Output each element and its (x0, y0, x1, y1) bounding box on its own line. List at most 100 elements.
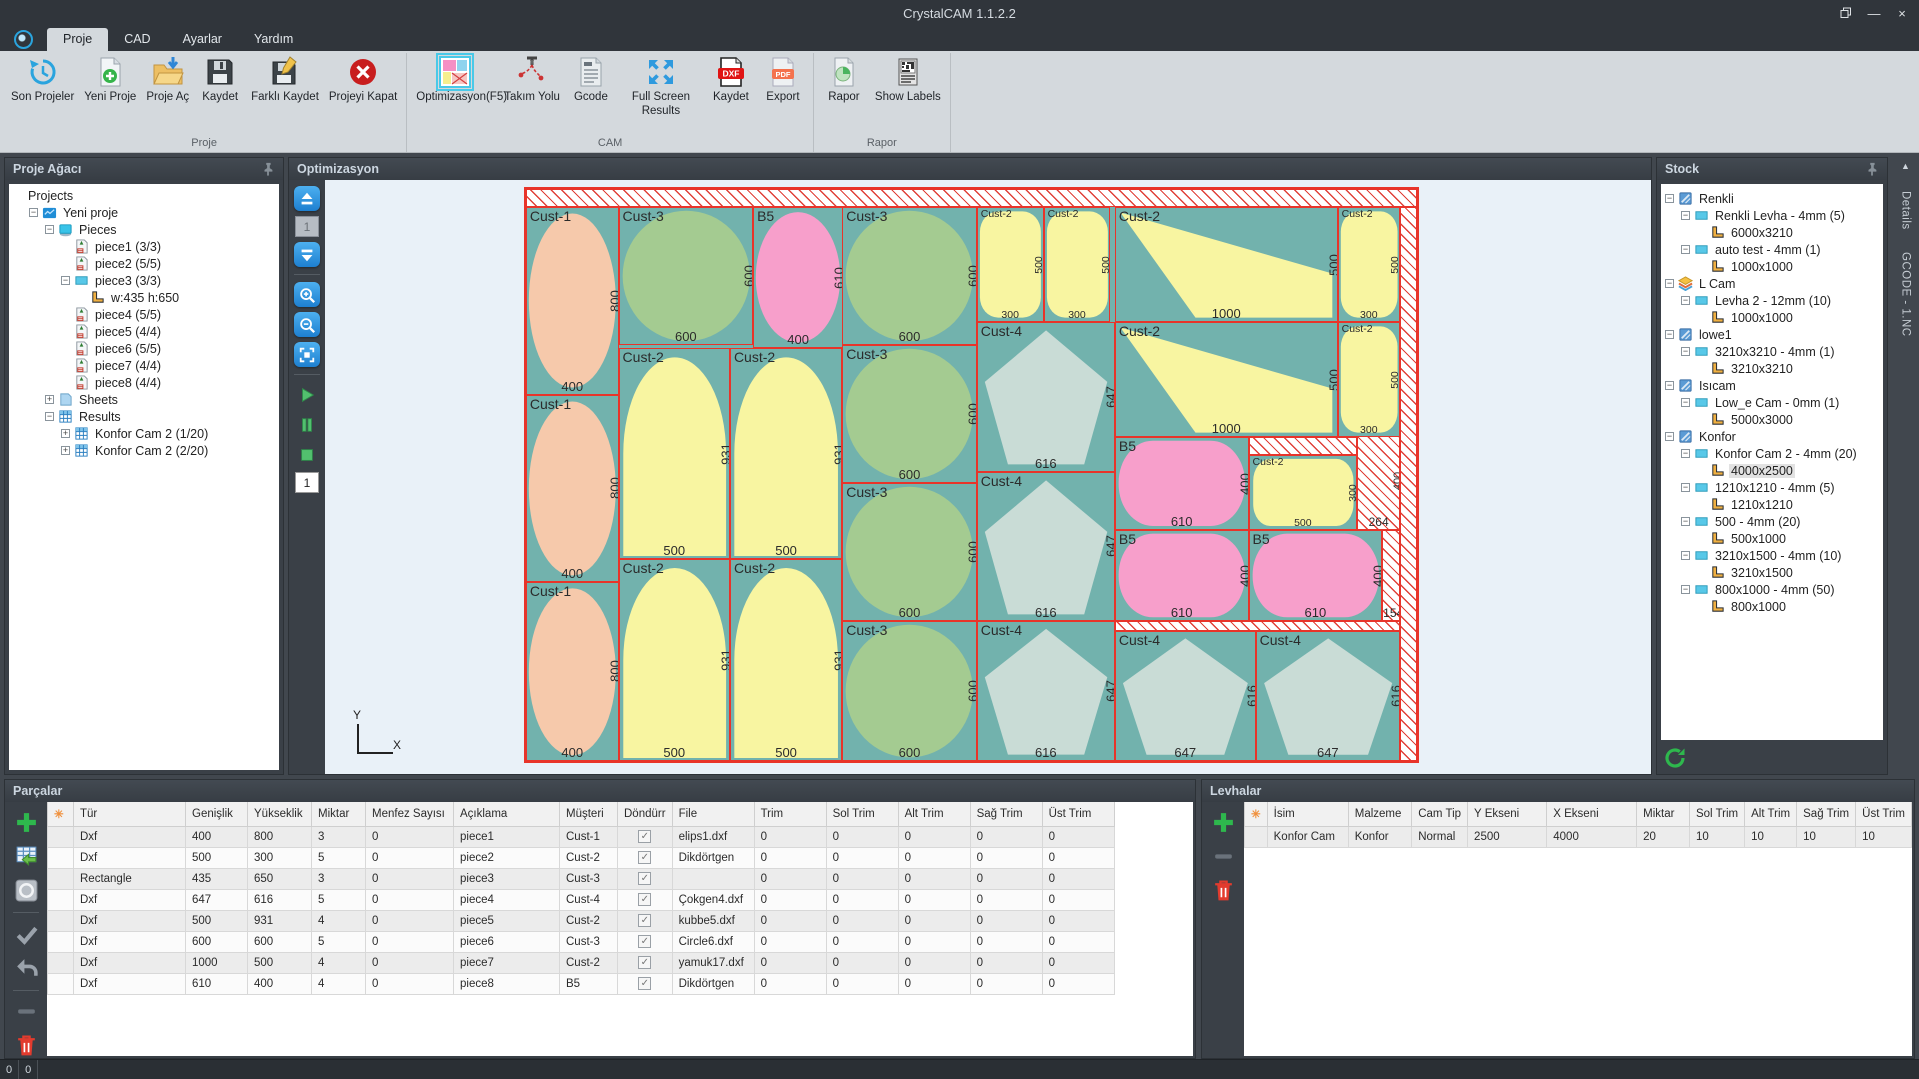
stock-tree-item-1000x1000[interactable]: 1000x1000 (1661, 258, 1883, 275)
trash-button[interactable] (14, 1033, 39, 1058)
cut-piece-cust-3[interactable]: Cust-3600600 (842, 483, 977, 621)
cut-piece-cust-4[interactable]: Cust-4616647 (977, 472, 1115, 621)
stock-tree-item-1000x1000[interactable]: 1000x1000 (1661, 309, 1883, 326)
cut-piece-b5[interactable]: B5610400 (1115, 437, 1249, 530)
pin-icon[interactable] (261, 162, 275, 176)
ribbon-kaydet-button[interactable]: Kaydet (194, 53, 246, 135)
cut-piece-cust-1[interactable]: Cust-1400800 (526, 582, 619, 762)
cut-piece-cust-3[interactable]: Cust-3600600 (619, 207, 754, 345)
cut-piece-cust-2[interactable]: Cust-21000500 (1115, 322, 1338, 437)
parcalar-row[interactable]: Dxf50093140piece5Cust-2✓kubbe5.dxf00000 (48, 910, 1115, 931)
tree-expander[interactable]: − (1681, 245, 1690, 254)
cut-piece-cust-3[interactable]: Cust-3600600 (842, 621, 977, 761)
parcalar-row[interactable]: Dxf50030050piece2Cust-2✓Dikdörtgen00000 (48, 847, 1115, 868)
tree-expander[interactable]: − (1681, 449, 1690, 458)
menu-tab-yard-m[interactable]: Yardım (238, 28, 309, 51)
rotate-checkbox[interactable]: ✓ (638, 830, 651, 843)
parcalar-col-d-nd-rr[interactable]: Döndürr (618, 802, 673, 826)
rotate-checkbox[interactable]: ✓ (638, 872, 651, 885)
stock-tree-item-konfor-cam-2-4mm-20[interactable]: −Konfor Cam 2 - 4mm (20) (1661, 445, 1883, 462)
tree-expander[interactable]: − (1665, 194, 1674, 203)
stock-tree-item-800x1000[interactable]: 800x1000 (1661, 598, 1883, 615)
ribbon-full-screen-results-button[interactable]: Full Screen Results (617, 53, 705, 135)
stop-button[interactable] (294, 442, 320, 467)
cut-piece-cust-3[interactable]: Cust-3600600 (842, 207, 977, 345)
levhalar-col-y-ekseni[interactable]: Y Ekseni (1468, 802, 1547, 826)
ribbon-tak-m-yolu-button[interactable]: Takım Yolu (499, 53, 565, 135)
levhalar-col-miktar[interactable]: Miktar (1637, 802, 1690, 826)
tree-expander[interactable]: − (1681, 551, 1690, 560)
dash-button[interactable] (1211, 844, 1236, 869)
ribbon-proje-a-button[interactable]: Proje Aç (141, 53, 194, 135)
stock-tree-item-3210x3210-4mm-1[interactable]: −3210x3210 - 4mm (1) (1661, 343, 1883, 360)
parcalar-col-t-r[interactable]: Tür (74, 802, 186, 826)
cut-piece-cust-2[interactable]: Cust-2500931 (619, 559, 730, 761)
cut-piece-b5[interactable]: B5610400 (1249, 530, 1383, 621)
tree-expander[interactable]: − (1665, 432, 1674, 441)
stock-tree-item-3210x3210[interactable]: 3210x3210 (1661, 360, 1883, 377)
tree-expander[interactable]: − (1665, 330, 1674, 339)
parcalar-col-sol-trim[interactable]: Sol Trim (826, 802, 898, 826)
parcalar-row[interactable]: Dxf60060050piece6Cust-3✓Circle6.dxf00000 (48, 931, 1115, 952)
parcalar-col-menfez-say-s[interactable]: Menfez Sayısı (366, 802, 454, 826)
check-button[interactable] (14, 922, 39, 947)
layout-canvas[interactable]: 264400154Cust-1400800Cust-1400800Cust-14… (325, 180, 1651, 774)
stock-tree-item-500-4mm-20[interactable]: −500 - 4mm (20) (1661, 513, 1883, 530)
parcalar-col-sa-trim[interactable]: Sağ Trim (970, 802, 1042, 826)
undo-button[interactable] (14, 956, 39, 981)
menu-tab-cad[interactable]: CAD (108, 28, 166, 51)
plus-button[interactable] (14, 810, 39, 835)
levhalar-col-sa-trim[interactable]: Sağ Trim (1797, 802, 1856, 826)
tree-expander[interactable]: − (45, 412, 54, 421)
collapse-panel-icon[interactable]: ▲ (1899, 159, 1912, 173)
stock-tree-item-renkli[interactable]: −Renkli (1661, 190, 1883, 207)
tree-expander[interactable]: − (1681, 211, 1690, 220)
restore-icon[interactable] (1839, 6, 1853, 20)
project-tree-item-results[interactable]: −Results (9, 408, 279, 425)
parcalar-col-y-kseklik[interactable]: Yükseklik (248, 802, 312, 826)
project-tree-item-piece3-3-3[interactable]: −piece3 (3/3) (9, 272, 279, 289)
cut-piece-cust-2[interactable]: Cust-21000500 (1115, 207, 1338, 322)
circle-btn-button[interactable] (14, 878, 39, 903)
minimize-icon[interactable]: — (1867, 6, 1881, 20)
import-table-button[interactable] (14, 844, 39, 869)
close-icon[interactable]: × (1895, 6, 1909, 20)
stock-tree-item-6000x3210[interactable]: 6000x3210 (1661, 224, 1883, 241)
parcalar-row[interactable]: Dxf100050040piece7Cust-2✓yamuk17.dxf0000… (48, 952, 1115, 973)
tree-expander[interactable]: + (45, 395, 54, 404)
project-tree-item-piece8-4-4[interactable]: piece8 (4/4) (9, 374, 279, 391)
levhalar-col-sol-trim[interactable]: Sol Trim (1689, 802, 1744, 826)
zoom-in-button[interactable] (294, 282, 320, 307)
project-tree-item-piece2-5-5[interactable]: piece2 (5/5) (9, 255, 279, 272)
cut-piece-cust-2[interactable]: Cust-2500300 (1249, 455, 1358, 530)
rotate-checkbox[interactable]: ✓ (638, 893, 651, 906)
ribbon-yeni-proje-button[interactable]: Yeni Proje (79, 53, 141, 135)
stock-tree-item-renkli-levha-4mm-5[interactable]: −Renkli Levha - 4mm (5) (1661, 207, 1883, 224)
parcalar-row[interactable]: Dxf61040040piece8B5✓Dikdörtgen00000 (48, 973, 1115, 994)
ribbon-optimizasyon-f5-button[interactable]: Optimizasyon(F5) (411, 53, 499, 135)
cut-piece-cust-2[interactable]: Cust-2300500 (977, 207, 1044, 322)
levhalar-row[interactable]: Konfor CamKonforNormal250040002010101010 (1245, 826, 1912, 847)
cut-piece-cust-1[interactable]: Cust-1400800 (526, 207, 619, 394)
parcalar-row[interactable]: Dxf40080030piece1Cust-1✓elips1.dxf00000 (48, 826, 1115, 847)
tree-expander[interactable]: + (61, 446, 70, 455)
tree-expander[interactable]: − (1665, 381, 1674, 390)
rotate-checkbox[interactable]: ✓ (638, 935, 651, 948)
project-tree-item-pieces[interactable]: −Pieces (9, 221, 279, 238)
parcalar-row[interactable]: Rectangle43565030piece3Cust-3✓00000 (48, 868, 1115, 889)
project-tree-item-piece7-4-4[interactable]: piece7 (4/4) (9, 357, 279, 374)
levhalar-col-alt-trim[interactable]: Alt Trim (1745, 802, 1797, 826)
levhalar-col-i-sim[interactable]: İsim (1267, 802, 1348, 826)
page-down-button[interactable] (294, 242, 320, 267)
project-tree-item-yeni-proje[interactable]: −Yeni proje (9, 204, 279, 221)
play-button[interactable] (294, 382, 320, 407)
tree-expander[interactable]: − (1681, 296, 1690, 305)
project-tree-item-piece1-3-3[interactable]: piece1 (3/3) (9, 238, 279, 255)
stock-tree-item-konfor[interactable]: −Konfor (1661, 428, 1883, 445)
cut-piece-cust-2[interactable]: Cust-2300500 (1044, 207, 1111, 322)
parcalar-table[interactable]: ✳TürGenişlikYükseklikMiktarMenfez Sayısı… (47, 802, 1115, 995)
pause-button[interactable] (294, 412, 320, 437)
tree-expander[interactable]: − (1681, 585, 1690, 594)
tree-expander[interactable]: − (29, 208, 38, 217)
tree-expander[interactable]: − (1681, 483, 1690, 492)
